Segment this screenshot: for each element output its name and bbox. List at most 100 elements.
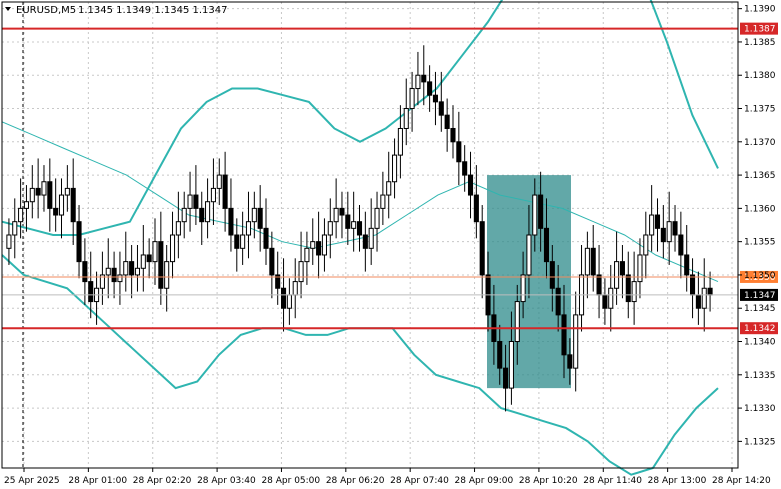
candle-body [684,254,690,276]
candle-body [608,287,614,309]
candle-body [105,267,111,276]
candle-body [298,261,304,283]
y-tick-label: 1.1345 [744,304,776,314]
candle-body [356,221,363,236]
candle-body [695,294,701,309]
candle-body [561,314,567,356]
y-tick-label: 1.1390 [744,5,776,15]
bollinger-upper-band [1,0,719,236]
candle-body [427,81,433,96]
candle-body [351,221,357,229]
y-tick-label: 1.1370 [744,138,776,148]
candle-body [415,74,421,90]
candle-body [175,221,181,236]
candle-body [304,247,310,263]
ohlc-readout: 1.1345 1.1349 1.1345 1.1347 [78,5,228,16]
y-tick-label: 1.1355 [744,238,776,248]
price-tag-label: 1.1387 [744,25,776,35]
candle-body [368,227,374,249]
candle-body [210,187,216,203]
x-tick-label: 28 Apr 10:20 [519,476,578,486]
candle-body [58,194,65,216]
x-tick-label: 25 Apr 2025 [4,476,60,486]
axes: 1.13901.13851.13801.13751.13701.13651.13… [1,1,776,486]
candle-body [345,214,351,229]
candle-body [637,254,643,283]
candle-body [47,181,53,209]
candle-body [432,94,439,103]
candles [6,45,713,412]
y-tick-label: 1.1350 [744,271,776,281]
candle-body [520,274,526,303]
price-levels[interactable]: 1.1387 1.1350 1.1347 1.1342 [2,22,778,335]
candle-body [76,221,82,263]
candle-body [421,74,427,83]
candle-body [514,301,520,343]
y-tick-label: 1.1360 [744,204,776,214]
candle-body [269,247,275,276]
x-tick-label: 28 Apr 03:40 [197,476,256,486]
candle-body [438,101,444,116]
candle-body [158,241,164,289]
candle-body [146,254,152,263]
symbol-label: EURUSD,M5 [16,5,76,16]
candle-body [479,221,485,276]
candle-body [333,207,339,223]
y-tick-label: 1.1380 [744,71,776,81]
candle-body [625,274,631,303]
candle-body [649,214,655,236]
candle-body [526,234,532,276]
candle-body [129,261,135,276]
candle-body [672,221,678,236]
candle-body [619,261,625,276]
candle-body [467,174,474,196]
chart-header: EURUSD,M5 1.1345 1.1349 1.1345 1.1347 [5,5,228,16]
price-chart[interactable]: 1.13871.13501.13471.1342 1.13901.13851.1… [0,0,781,489]
triangle-down-icon[interactable] [5,7,11,11]
candle-body [205,201,211,223]
candle-body [310,241,316,249]
candle-body [251,207,257,223]
y-tick-label: 1.1335 [744,371,776,381]
candle-body [543,227,550,263]
candle-body [573,314,579,369]
candle-body [199,207,205,223]
candle-body [187,194,193,209]
price-tag-label: 1.1342 [744,324,776,334]
x-tick-label: 28 Apr 05:00 [261,476,320,486]
candle-body [666,221,672,243]
candle-body [456,141,462,163]
candle-body [584,247,590,276]
candle-body [473,194,479,223]
candle-body [678,234,684,256]
candle-body [228,207,234,236]
candle-body [339,207,345,216]
candle-body [444,114,450,129]
candle-body [152,241,158,263]
x-tick-label: 28 Apr 01:00 [68,476,127,486]
candle-body [222,174,228,209]
candle-body [64,187,70,196]
candle-body [41,181,47,196]
x-tick-label: 28 Apr 09:00 [455,476,514,486]
candle-body [263,227,269,249]
candle-body [216,174,222,189]
candle-body [392,154,398,183]
candle-body [654,214,661,229]
candle-body [240,234,246,249]
x-tick-label: 28 Apr 11:40 [583,476,642,486]
candle-body [549,261,555,289]
candle-body [53,207,59,216]
candle-body [169,234,176,263]
candle-body [614,261,620,289]
candle-body [707,287,713,296]
candle-body [181,207,187,223]
candle-body [374,207,380,229]
candle-body [380,194,386,209]
candle-body [18,207,24,223]
candle-body [508,341,514,389]
chart-window[interactable]: 1.1387 1.1350 1.1347 1.1342 1.1390 1.1385 1.1… [0,0,781,489]
candle-body [643,234,649,256]
candle-body [12,221,18,236]
y-tick-label: 1.1375 [744,105,776,115]
